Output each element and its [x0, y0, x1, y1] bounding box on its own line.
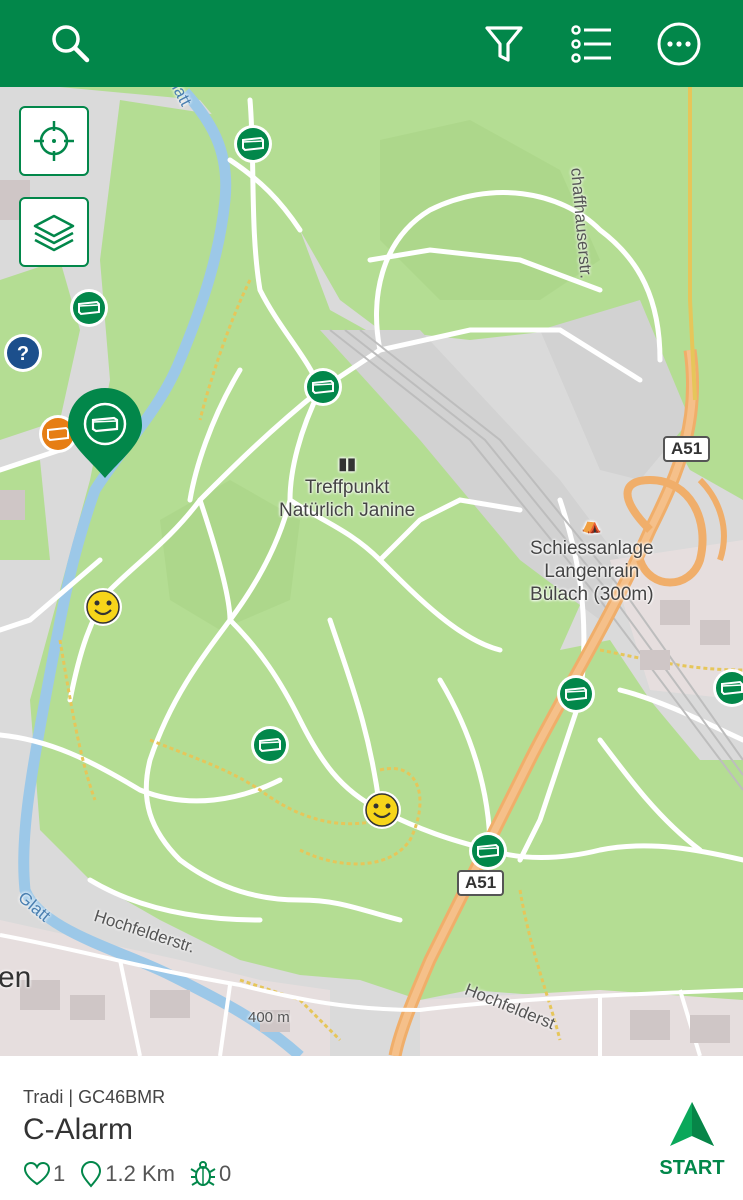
- question-icon: ?: [4, 334, 42, 372]
- contour-label: 400 m: [248, 1009, 290, 1026]
- favorites-count: 1: [53, 1161, 66, 1186]
- meeting-point-name-1: Treffpunkt: [304, 477, 390, 498]
- locate-me-button[interactable]: [19, 106, 89, 176]
- meeting-point-icon: ▮▮: [338, 456, 356, 473]
- list-icon[interactable]: [562, 14, 622, 74]
- cache-name: C-Alarm: [23, 1113, 133, 1146]
- search-icon[interactable]: [41, 14, 101, 74]
- cache-detail-panel[interactable]: Tradi | GC46BMR C-Alarm 1 1.2 Km 0 START: [0, 1056, 743, 1200]
- layers-icon: [33, 214, 75, 252]
- selected-cache-pin[interactable]: [66, 386, 144, 485]
- cache-marker-traditional[interactable]: [233, 124, 273, 169]
- meeting-point-name-2: Natürlich Janine: [279, 500, 416, 521]
- filter-icon[interactable]: [474, 14, 534, 74]
- start-navigation-button[interactable]: START: [652, 1100, 732, 1180]
- cache-marker-traditional[interactable]: [250, 725, 290, 770]
- heart-icon: [23, 1161, 51, 1186]
- shooting-range-name-3: Bülach (300m): [530, 584, 654, 605]
- location-pin-icon: [81, 1160, 102, 1188]
- meeting-point-label: ▮▮ Treffpunkt Natürlich Janine: [279, 453, 415, 522]
- bugs-count: 0: [218, 1161, 232, 1186]
- cache-marker-traditional[interactable]: [468, 831, 508, 876]
- bugs-stat: 0: [189, 1160, 231, 1188]
- cache-code: GC46BMR: [78, 1087, 166, 1107]
- more-icon[interactable]: [649, 14, 709, 74]
- shooting-range-icon: ⛺: [581, 517, 602, 534]
- favorites-stat: 1: [23, 1161, 65, 1187]
- cache-stats: 1 1.2 Km 0: [23, 1160, 245, 1188]
- meta-separator: |: [68, 1087, 74, 1107]
- cache-marker-mystery[interactable]: ?: [3, 333, 43, 378]
- svg-text:?: ?: [17, 343, 29, 365]
- shooting-range-name-2: Langenrain: [544, 561, 640, 582]
- highway-shield: A51: [663, 436, 711, 462]
- town-name-partial: en: [0, 961, 32, 994]
- bug-icon: [190, 1161, 216, 1186]
- start-label: START: [659, 1157, 725, 1179]
- map-view[interactable]: ▮▮ Treffpunkt Natürlich Janine ⛺ Schiess…: [0, 87, 743, 1056]
- cache-marker-traditional[interactable]: [556, 674, 596, 719]
- cache-marker-traditional[interactable]: [712, 668, 743, 713]
- found-cache-smiley-icon[interactable]: [83, 587, 123, 632]
- navigation-arrow-icon: [670, 1102, 714, 1146]
- cache-marker-traditional[interactable]: [69, 288, 109, 333]
- top-toolbar: [0, 0, 743, 87]
- found-cache-smiley-icon[interactable]: [362, 790, 402, 835]
- cache-type: Tradi: [23, 1087, 64, 1107]
- cache-marker-traditional[interactable]: [303, 367, 343, 412]
- shooting-range-label: ⛺ Schiessanlage Langenrain Bülach (300m): [530, 514, 654, 606]
- cache-meta: Tradi | GC46BMR: [23, 1087, 165, 1108]
- shooting-range-name-1: Schiessanlage: [530, 538, 654, 559]
- distance-value: 1.2 Km: [105, 1161, 175, 1186]
- crosshair-icon: [34, 121, 74, 161]
- map-layers-button[interactable]: [19, 197, 89, 267]
- distance-stat: 1.2 Km: [79, 1160, 175, 1188]
